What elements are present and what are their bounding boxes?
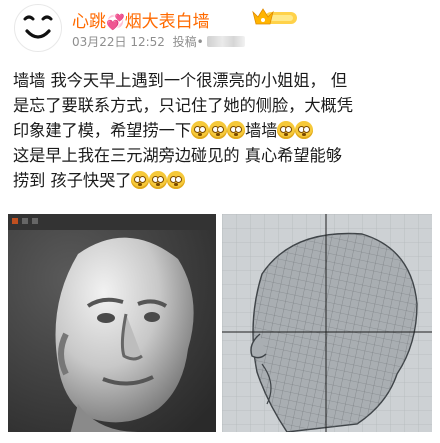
post-line-3-text: 印象建了模，希望捞一下 [13,121,192,140]
wireframe-mesh-image[interactable] [222,214,432,432]
avatar[interactable] [14,4,62,52]
vip-crown-badge-icon [252,8,297,25]
post-meta: 03月22日 12:52 投稿• [72,33,245,50]
blurred-source [206,36,245,47]
pleading-face-icon [295,121,314,139]
pleading-face-icon [227,121,246,139]
pleading-face-icon [167,171,186,189]
author-name-part2: 烟大表白墙 [124,12,210,32]
post-line-3-mid: 墙墙 [245,121,278,140]
author-name[interactable]: 心跳💞烟大表白墙 [72,7,210,32]
3d-wireframe-side-icon [222,214,432,432]
source-label: 投稿• [172,35,204,49]
pleading-face-icon [131,171,150,189]
post-line-5: 捞到 孩子快哭了 [13,168,431,193]
3d-head-render-icon [8,214,216,432]
pleading-face-icon [191,121,210,139]
post-line-2: 是忘了要联系方式，只记住了她的侧脸，大概凭 [13,96,353,115]
post-line-4: 这是早上我在三元湖旁边碰见的 真心希望能够 [13,146,342,165]
post-body: 墙墙 我今天早上遇到一个很漂亮的小姐姐， 但 是忘了要联系方式，只记住了她的侧脸… [13,68,431,193]
pleading-face-icon [149,171,168,189]
post-line-1: 墙墙 我今天早上遇到一个很漂亮的小姐姐， 但 [13,71,348,90]
post-line-3: 印象建了模，希望捞一下 墙墙 [13,118,431,143]
pleading-face-icon [277,121,296,139]
post-line-5-text: 捞到 孩子快哭了 [13,171,132,190]
timestamp: 03月22日 12:52 [72,35,165,49]
pleading-face-icon [209,121,228,139]
author-name-part1: 心跳 [72,12,106,32]
heart-icon: 💞 [106,13,125,31]
smiley-avatar-icon [16,6,60,50]
sculpt-render-image[interactable] [8,214,216,432]
